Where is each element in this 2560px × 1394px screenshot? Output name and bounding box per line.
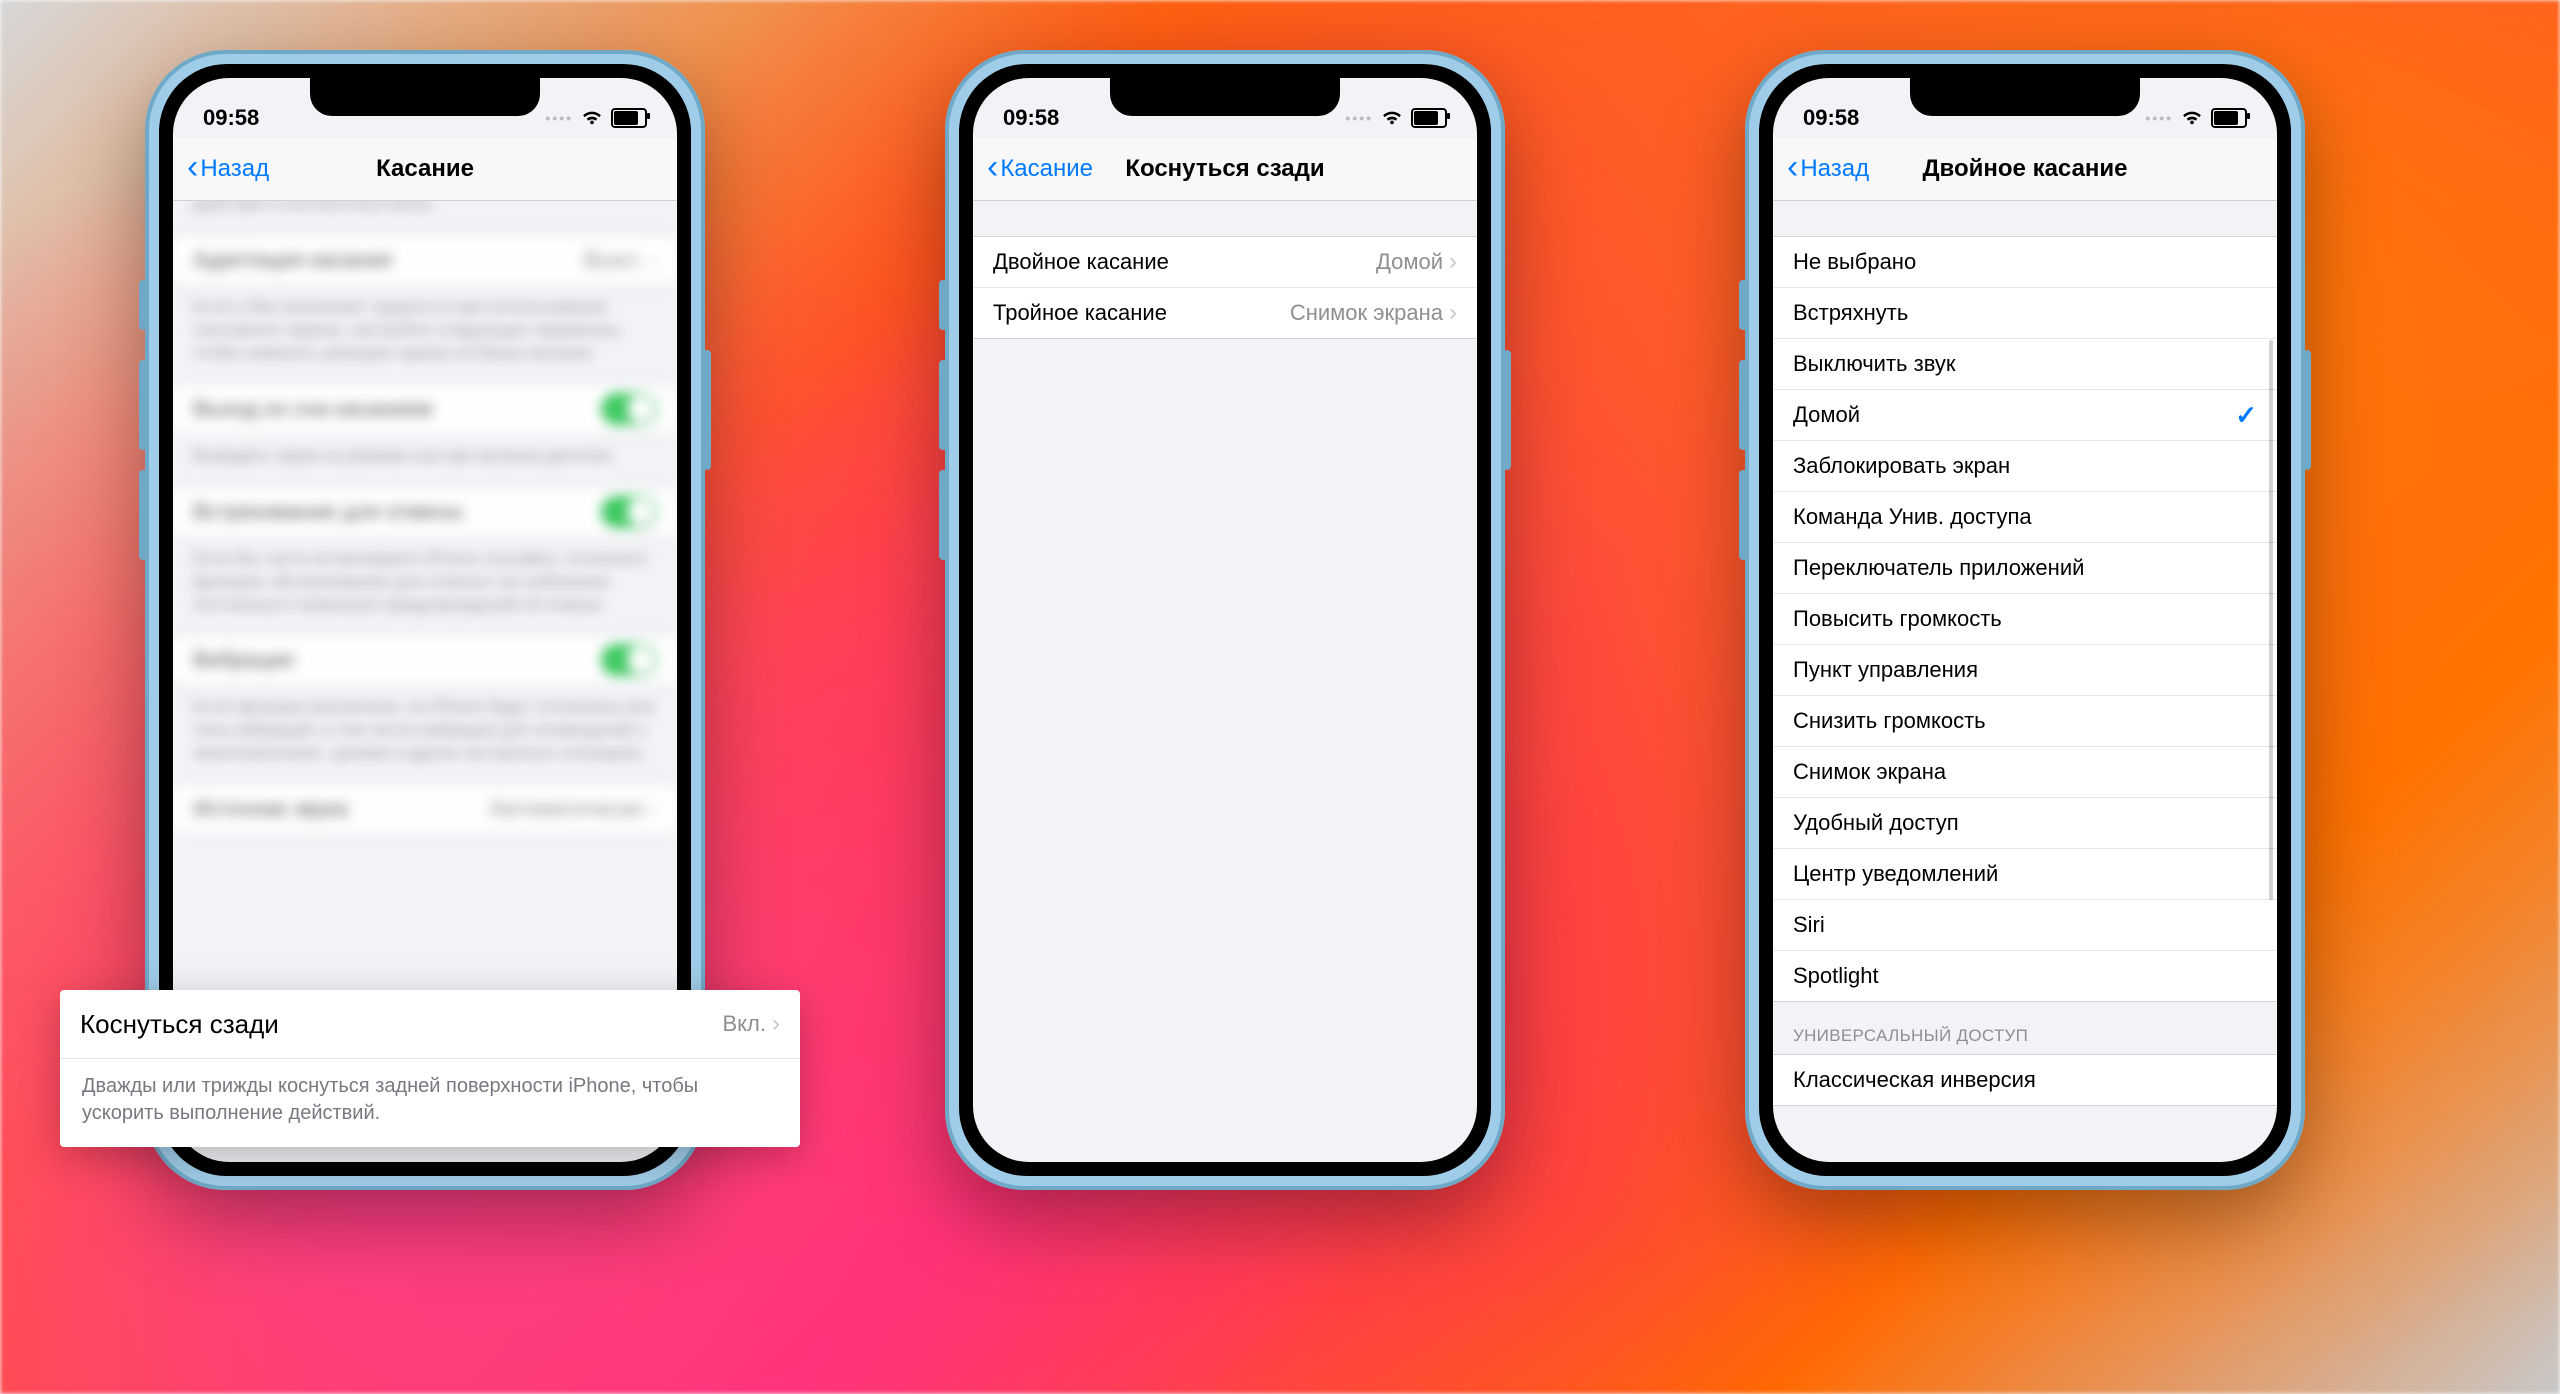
blurred-note: Если у Вас возникают трудности при испол… [173, 286, 677, 383]
option-row[interactable]: Повысить громкость [1773, 594, 2277, 645]
option-row[interactable]: Выключить звук [1773, 339, 2277, 390]
option-label: Не выбрано [1793, 249, 1916, 275]
option-label: Классическая инверсия [1793, 1067, 2036, 1093]
option-row[interactable]: Spotlight [1773, 951, 2277, 1001]
option-row[interactable]: Классическая инверсия [1773, 1055, 2277, 1105]
blurred-row: Выход из сна касанием [173, 384, 677, 434]
option-row[interactable]: Домой ✓ [1773, 390, 2277, 441]
blurred-row: Адаптация касания Выкл.› [173, 235, 677, 285]
option-label: Выключить звук [1793, 351, 1956, 377]
option-label: Повысить громкость [1793, 606, 2002, 632]
volume-up [1739, 360, 1747, 450]
toggle-on-icon [601, 393, 657, 425]
back-tap-value: Вкл. [723, 1011, 767, 1037]
chevron-right-icon: › [1449, 248, 1457, 276]
cellular-icon: •••• [1345, 110, 1373, 126]
volume-down [139, 470, 147, 560]
row-value: Снимок экрана [1290, 300, 1443, 326]
option-row[interactable]: Команда Унив. доступа [1773, 492, 2277, 543]
side-button [1503, 350, 1511, 470]
side-button [703, 350, 711, 470]
wifi-icon [581, 110, 603, 126]
volume-up [139, 360, 147, 450]
row-label: Двойное касание [993, 249, 1169, 275]
back-tap-description: Дважды или трижды коснуться задней повер… [60, 1059, 800, 1147]
volume-up [939, 360, 947, 450]
blurred-note: чтобы отображать предварительный просмот… [173, 200, 677, 234]
back-label: Касание [1000, 155, 1093, 183]
option-label: Заблокировать экран [1793, 453, 2010, 479]
back-button[interactable]: ‹ Назад [173, 155, 269, 183]
notch [310, 78, 540, 116]
back-button[interactable]: ‹ Касание [973, 155, 1093, 183]
option-label: Команда Унив. доступа [1793, 504, 2032, 530]
option-label: Удобный доступ [1793, 810, 1959, 836]
blurred-note: Выводить экран из режима сна при касании… [173, 435, 677, 486]
back-label: Назад [200, 155, 269, 183]
volume-down [1739, 470, 1747, 560]
option-label: Встряхнуть [1793, 300, 1908, 326]
notch [1910, 78, 2140, 116]
battery-icon [1411, 108, 1447, 128]
status-time: 09:58 [1003, 105, 1059, 131]
option-label: Siri [1793, 912, 1825, 938]
blurred-row: Источник звука Автоматически› [173, 784, 677, 834]
phone-frame-2: 09:58 •••• ‹ Касание Коснуться сзади Дво… [945, 50, 1505, 1190]
back-label: Назад [1800, 155, 1869, 183]
row-value: Домой [1376, 249, 1443, 275]
option-row[interactable]: Снизить громкость [1773, 696, 2277, 747]
option-row[interactable]: Пункт управления [1773, 645, 2277, 696]
blurred-note: Если функция выключена, на iPhone будут … [173, 686, 677, 783]
toggle-on-icon [601, 644, 657, 676]
back-tap-label: Коснуться сзади [80, 1009, 279, 1040]
chevron-right-icon: › [772, 1010, 780, 1038]
option-row[interactable]: Снимок экрана [1773, 747, 2277, 798]
mute-switch [939, 280, 947, 330]
option-label: Переключатель приложений [1793, 555, 2084, 581]
triple-tap-row[interactable]: Тройное касание Снимок экрана › [973, 288, 1477, 338]
blurred-row: Встряхивание для отмены [173, 487, 677, 537]
status-time: 09:58 [203, 105, 259, 131]
wifi-icon [2181, 110, 2203, 126]
phone-frame-3: 09:58 •••• ‹ Назад Двойное касание Не вы… [1745, 50, 2305, 1190]
battery-icon [611, 108, 647, 128]
notch [1110, 78, 1340, 116]
callout-back-tap: Коснуться сзади Вкл. › Дважды или трижды… [60, 990, 800, 1147]
option-row[interactable]: Переключатель приложений [1773, 543, 2277, 594]
option-row[interactable]: Заблокировать экран [1773, 441, 2277, 492]
volume-down [939, 470, 947, 560]
back-tap-row[interactable]: Коснуться сзади Вкл. › [60, 990, 800, 1059]
cellular-icon: •••• [545, 110, 573, 126]
option-label: Центр уведомлений [1793, 861, 1998, 887]
option-row[interactable]: Центр уведомлений [1773, 849, 2277, 900]
side-button [2303, 350, 2311, 470]
blurred-note: Если Вы часто встряхиваете iPhone случай… [173, 538, 677, 635]
option-label: Снимок экрана [1793, 759, 1946, 785]
blurred-row: Вибрация [173, 635, 677, 685]
option-label: Spotlight [1793, 963, 1879, 989]
mute-switch [139, 280, 147, 330]
row-label: Тройное касание [993, 300, 1167, 326]
mute-switch [1739, 280, 1747, 330]
option-label: Пункт управления [1793, 657, 1978, 683]
chevron-right-icon: › [1449, 299, 1457, 327]
double-tap-row[interactable]: Двойное касание Домой › [973, 237, 1477, 288]
section-header: УНИВЕРСАЛЬНЫЙ ДОСТУП [1773, 1002, 2277, 1054]
status-time: 09:58 [1803, 105, 1859, 131]
option-row[interactable]: Встряхнуть [1773, 288, 2277, 339]
checkmark-icon: ✓ [2235, 400, 2257, 431]
scroll-indicator[interactable] [2269, 340, 2273, 900]
option-label: Снизить громкость [1793, 708, 1986, 734]
option-label: Домой [1793, 402, 1860, 428]
battery-icon [2211, 108, 2247, 128]
option-row[interactable]: Удобный доступ [1773, 798, 2277, 849]
toggle-on-icon [601, 496, 657, 528]
option-row[interactable]: Не выбрано [1773, 237, 2277, 288]
wifi-icon [1381, 110, 1403, 126]
cellular-icon: •••• [2145, 110, 2173, 126]
back-button[interactable]: ‹ Назад [1773, 155, 1869, 183]
option-row[interactable]: Siri [1773, 900, 2277, 951]
